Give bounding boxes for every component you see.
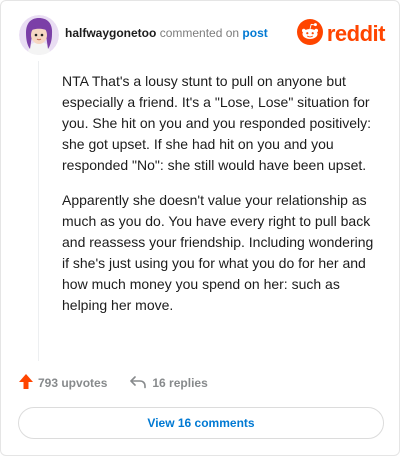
thread-line[interactable] (38, 61, 39, 361)
author-name[interactable]: halfwaygonetoo (65, 26, 156, 40)
reddit-logo[interactable]: reddit (296, 18, 386, 50)
replies-count: 16 replies (152, 376, 208, 390)
comment-paragraph: Apparently she doesn't value your relati… (62, 192, 374, 313)
upvote-count: 793 upvotes (38, 376, 108, 390)
reddit-snoo-icon (296, 18, 323, 50)
replies-button[interactable]: 16 replies (129, 375, 208, 392)
comment-actions: 793 upvotes 16 replies (19, 373, 208, 393)
reply-arrow-icon (129, 375, 152, 392)
post-link[interactable]: post (242, 26, 267, 40)
view-comments-button[interactable]: View 16 comments (18, 407, 384, 439)
upvote-arrow-icon (19, 374, 38, 392)
comment-paragraph: NTA That's a lousy stunt to pull on anyo… (62, 73, 371, 173)
comment-body: NTA That's a lousy stunt to pull on anyo… (62, 71, 380, 316)
comment-card: halfwaygonetoo commented on post reddit (0, 0, 400, 456)
byline-verb: commented on (159, 26, 240, 40)
upvote-button[interactable]: 793 upvotes (19, 374, 107, 392)
reddit-wordmark: reddit (326, 21, 386, 46)
user-avatar[interactable] (19, 15, 59, 55)
comment-header: halfwaygonetoo commented on post reddit (19, 15, 386, 55)
comment-byline: halfwaygonetoo commented on post (65, 26, 268, 40)
